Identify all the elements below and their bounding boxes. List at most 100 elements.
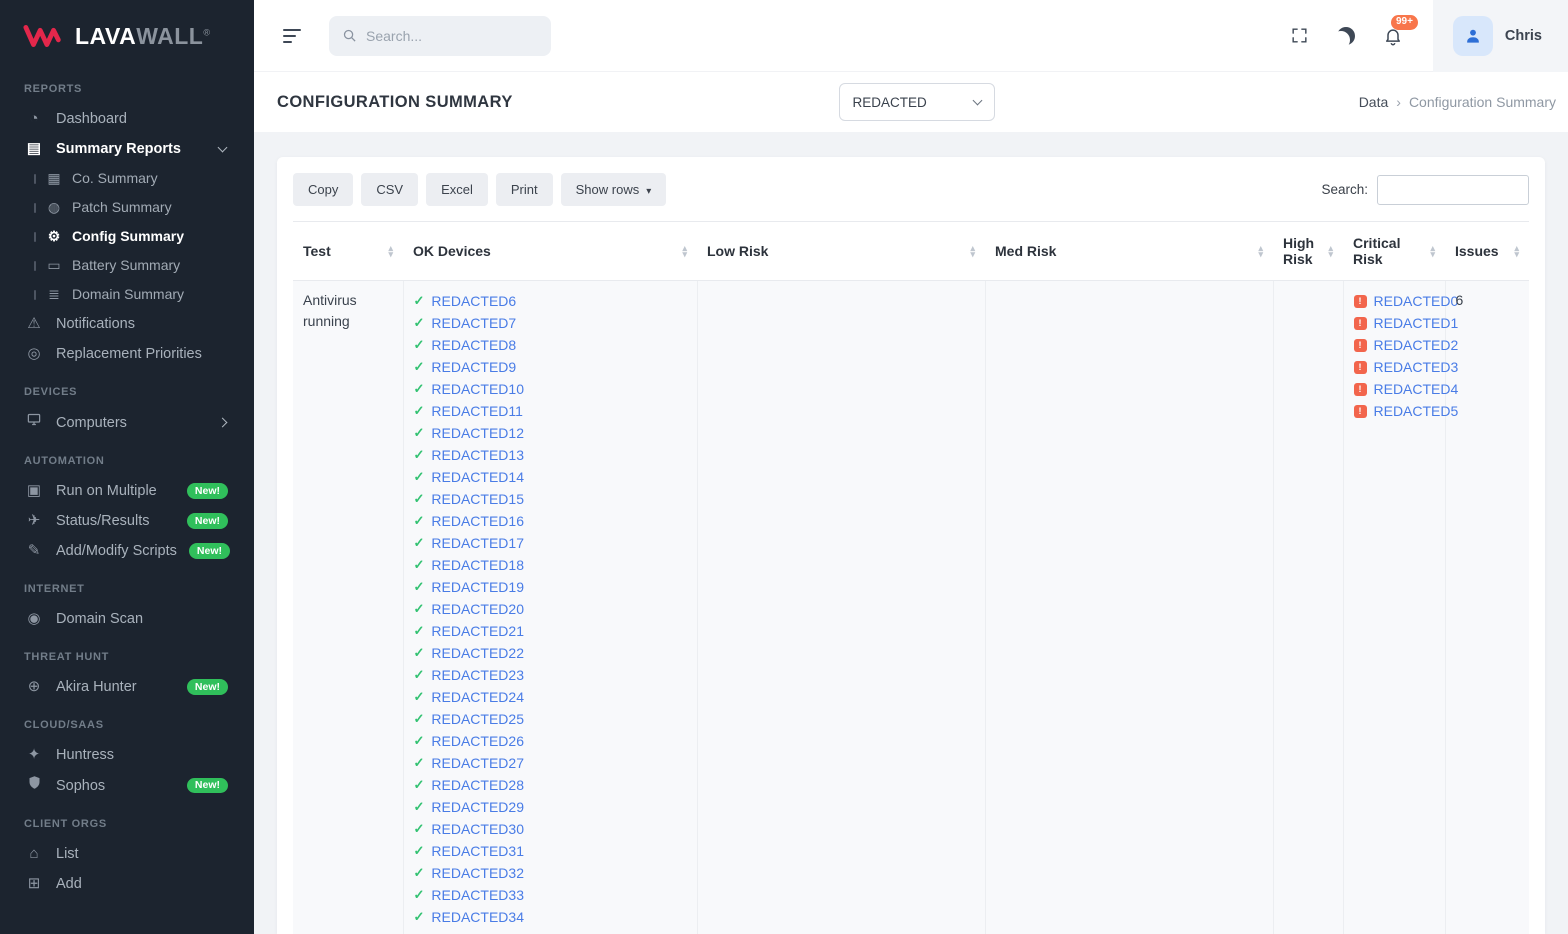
device-link[interactable]: REDACTED19 [431,576,524,598]
sidebar-item-dashboard[interactable]: ◔ Dashboard [0,104,254,134]
med-risk-cell [985,280,1274,934]
show-rows-button[interactable]: Show rows ▾ [560,173,667,206]
sidebar-item-akira-hunter[interactable]: ⊕ Akira Hunter New! [0,672,254,702]
column-header-low-risk[interactable]: Low Risk ▴ ▾ [697,221,985,281]
global-search[interactable] [329,15,551,56]
device-link[interactable]: REDACTED27 [431,752,524,774]
section-label-cloud-saas: CLOUD/SAAS [24,719,104,731]
tree-dash [34,231,36,242]
device-link[interactable]: REDACTED15 [431,488,524,510]
device-link[interactable]: REDACTED22 [431,642,524,664]
column-header-issues[interactable]: Issues ▴ ▾ [1445,221,1529,281]
sidebar-item-patch-summary[interactable]: ◍ Patch Summary [0,193,254,222]
sidebar-item-run-on-multiple[interactable]: ▣ Run on Multiple New! [0,476,254,506]
org-select[interactable]: REDACTED [838,83,995,121]
sidebar-item-computers[interactable]: Computers [0,407,254,438]
device-link[interactable]: REDACTED31 [431,840,524,862]
notifications-button[interactable]: 99+ [1383,14,1418,46]
section-label-reports: REPORTS [24,83,83,95]
device-link[interactable]: REDACTED21 [431,620,524,642]
content-area: Copy CSV Excel Print Show rows▾ Search: [254,132,1568,934]
summary-card: Copy CSV Excel Print Show rows▾ Search: [277,157,1545,934]
dark-mode-icon[interactable] [1337,27,1355,45]
sidebar-item-add[interactable]: ⊞ Add [0,869,254,899]
fullscreen-icon[interactable] [1290,26,1309,45]
search-input[interactable] [366,27,538,44]
device-link[interactable]: REDACTED13 [431,444,524,466]
device-link[interactable]: REDACTED32 [431,862,524,884]
user-menu[interactable]: Chris [1432,0,1568,72]
ok-devices-list: ✓ REDACTED6 ✓ REDACTED7 ✓ REDACTED8 ✓ RE… [414,290,687,934]
sidebar-item-sophos[interactable]: Sophos New! [0,770,254,801]
device-link[interactable]: REDACTED25 [431,708,524,730]
device-link[interactable]: REDACTED3 [1374,356,1459,378]
sidebar-item-status-results[interactable]: ✈ Status/Results New! [0,506,254,536]
device-link[interactable]: REDACTED34 [431,906,524,928]
sidebar-item-domain-summary[interactable]: ≣ Domain Summary [0,280,254,309]
breadcrumb-separator-icon: › [1396,94,1401,110]
device-link[interactable]: REDACTED30 [431,818,524,840]
sidebar-item-co-summary[interactable]: ▦ Co. Summary [0,164,254,193]
sidebar-item-config-summary[interactable]: ⚙ Config Summary [0,222,254,251]
device-link[interactable]: REDACTED5 [1374,400,1459,422]
device-link[interactable]: REDACTED18 [431,554,524,576]
sidebar-item-summary-reports[interactable]: ▤ Summary Reports [0,134,254,164]
brand-logo[interactable]: LAVAWALL® [0,0,254,66]
csv-button[interactable]: CSV [361,173,419,206]
device-link[interactable]: REDACTED26 [431,730,524,752]
device-link[interactable]: REDACTED1 [1374,312,1459,334]
print-button[interactable]: Print [495,173,553,206]
device-link[interactable]: REDACTED35 [431,928,524,934]
device-link[interactable]: REDACTED11 [431,400,523,422]
plane-icon: ✈ [27,512,41,529]
check-icon: ✓ [413,557,425,572]
excel-button[interactable]: Excel [426,173,488,206]
new-badge: New! [186,483,228,499]
check-icon: ✓ [413,909,425,924]
device-link[interactable]: REDACTED17 [431,532,524,554]
device-link[interactable]: REDACTED33 [431,884,524,906]
sidebar-item-notifications[interactable]: ⚠ Notifications [0,309,254,339]
critical-risk-list: ! REDACTED0 ! REDACTED1 ! REDACTED2 ! RE… [1353,290,1458,422]
sidebar-item-huntress[interactable]: ✦ Huntress [0,740,254,770]
copy-button[interactable]: Copy [293,173,354,206]
table-search-input[interactable] [1377,174,1529,205]
device-link[interactable]: REDACTED9 [431,356,516,378]
column-header-high-risk[interactable]: High Risk ▴ ▾ [1273,221,1343,281]
device-link[interactable]: REDACTED0 [1374,290,1459,312]
tree-dash [34,173,36,184]
ok-device-item: ✓ REDACTED29 [414,796,687,818]
device-link[interactable]: REDACTED29 [431,796,524,818]
column-header-critical-risk[interactable]: Critical Risk ▴ ▾ [1343,221,1445,281]
device-link[interactable]: REDACTED4 [1374,378,1459,400]
new-badge: New! [186,679,228,695]
device-link[interactable]: REDACTED2 [1374,334,1459,356]
column-header-med-risk[interactable]: Med Risk ▴ ▾ [985,221,1273,281]
sidebar-item-battery-summary[interactable]: ▭ Battery Summary [0,251,254,280]
huntress-icon: ✦ [27,746,41,763]
user-avatar-icon [1467,29,1479,43]
device-link[interactable]: REDACTED8 [431,334,516,356]
column-header-ok-devices[interactable]: OK Devices ▴ ▾ [403,221,697,281]
sidebar-item-replacement-priorities[interactable]: ◎ Replacement Priorities [0,339,254,369]
sidebar-item-domain-scan[interactable]: ◉ Domain Scan [0,604,254,634]
device-link[interactable]: REDACTED10 [431,378,524,400]
column-header-test[interactable]: Test ▴ ▾ [293,221,403,281]
device-link[interactable]: REDACTED7 [431,312,516,334]
tree-dash [34,289,36,300]
report-icon: ▤ [26,140,42,157]
check-icon: ✓ [413,865,425,880]
sidebar-item-list[interactable]: ⌂ List [0,839,254,869]
sidebar-item-add-modify-scripts[interactable]: ✎ Add/Modify Scripts New! [0,536,254,566]
device-link[interactable]: REDACTED14 [431,466,524,488]
device-link[interactable]: REDACTED24 [431,686,524,708]
device-link[interactable]: REDACTED28 [431,774,524,796]
device-link[interactable]: REDACTED6 [431,290,516,312]
device-link[interactable]: REDACTED12 [431,422,524,444]
check-icon: ✓ [413,755,425,770]
device-link[interactable]: REDACTED23 [431,664,524,686]
device-link[interactable]: REDACTED16 [431,510,524,532]
device-link[interactable]: REDACTED20 [431,598,524,620]
breadcrumb-parent[interactable]: Data [1359,94,1389,110]
menu-toggle-icon[interactable] [283,28,301,43]
